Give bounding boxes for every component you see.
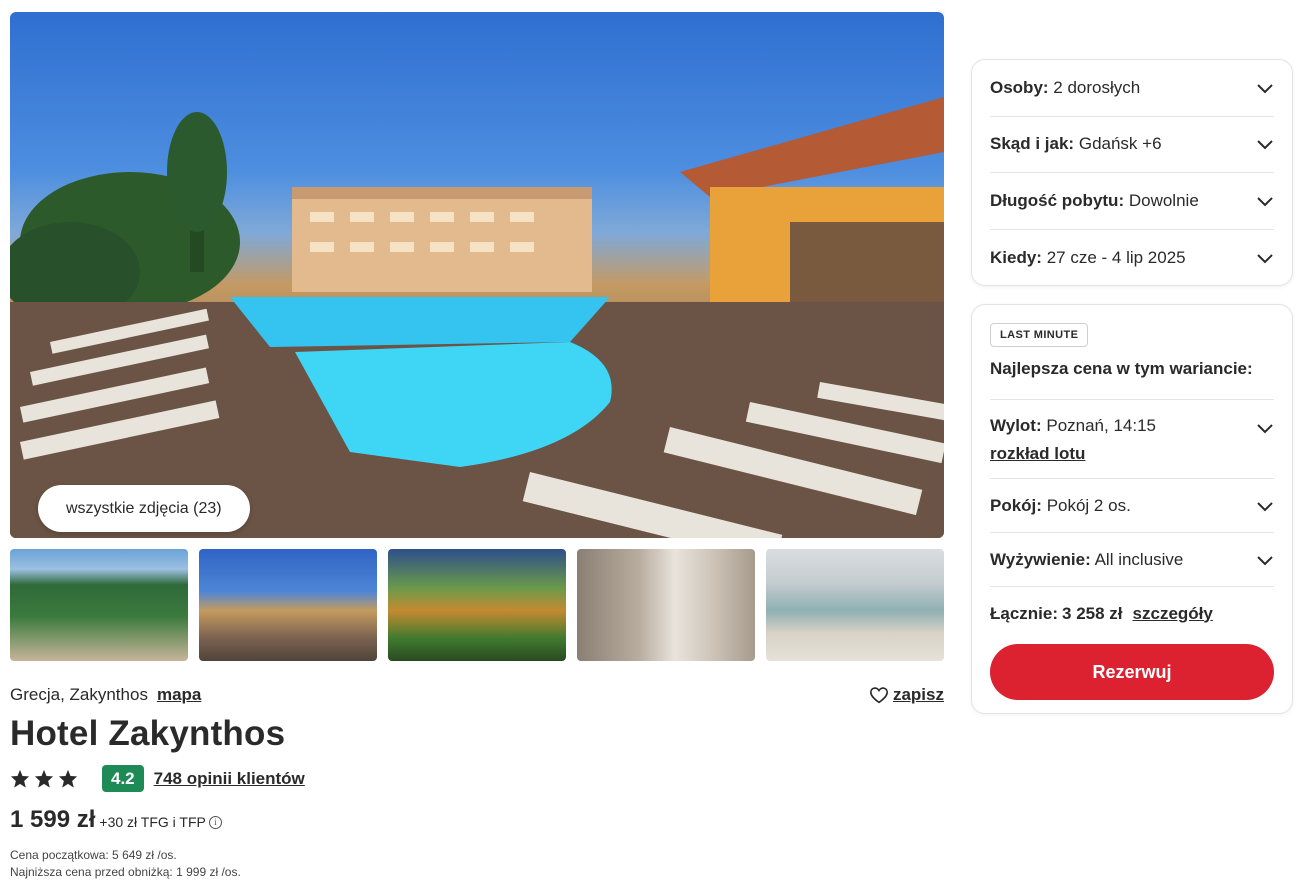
thumbnail-hotel-aerial[interactable]: [10, 549, 188, 661]
lowest-price-note: Najniższa cena przed obniżką: 1 999 zł /…: [10, 865, 241, 879]
reserve-button[interactable]: Rezerwuj: [990, 644, 1274, 700]
thumbnail-strip: [10, 549, 944, 661]
flight-schedule-link[interactable]: rozkład lotu: [990, 444, 1156, 464]
dates-row-label: Kiedy: 27 cze - 4 lip 2025: [990, 248, 1186, 268]
last-minute-badge: LAST MINUTE: [990, 323, 1089, 347]
dates-dropdown[interactable]: Kiedy: 27 cze - 4 lip 2025: [990, 230, 1274, 287]
price-extra-text: +30 zł TFG i TFP: [99, 814, 206, 830]
board-info: Wyżywienie: All inclusive: [990, 550, 1183, 570]
flight-value: Poznań, 14:15: [1046, 416, 1157, 435]
chevron-down-icon: [1257, 197, 1273, 207]
info-icon[interactable]: i: [208, 815, 222, 829]
chevron-down-icon: [1257, 254, 1273, 264]
flight-info: Wylot: Poznań, 14:15 rozkład lotu: [990, 416, 1156, 464]
chevron-down-icon: [1257, 424, 1273, 434]
hotel-pool-photo: [10, 97, 944, 538]
persons-row-label: Osoby: 2 dorosłych: [990, 78, 1140, 98]
chevron-down-icon: [1257, 84, 1273, 94]
thumbnail-lobby[interactable]: [766, 549, 944, 661]
stay-length-row-label: Długość pobytu: Dowolnie: [990, 191, 1199, 211]
main-photo[interactable]: wszystkie zdjęcia (23): [10, 12, 944, 538]
stay-length-value: Dowolnie: [1128, 190, 1199, 210]
departure-dropdown[interactable]: Skąd i jak: Gdańsk +6: [990, 117, 1274, 173]
heart-icon: [869, 687, 888, 704]
persons-label: Osoby:: [990, 77, 1049, 97]
chevron-down-icon: [1257, 501, 1273, 511]
price-value: 1 599 zł: [10, 806, 96, 833]
board-label: Wyżywienie:: [990, 549, 1091, 569]
chevron-down-icon: [1257, 555, 1273, 565]
flight-label: Wylot:: [990, 416, 1042, 435]
board-dropdown[interactable]: Wyżywienie: All inclusive: [990, 532, 1274, 586]
hotel-name: Hotel Zakynthos: [10, 714, 286, 753]
star-icon: [34, 769, 54, 788]
stay-length-label: Długość pobytu:: [990, 190, 1125, 210]
chevron-down-icon: [1257, 140, 1273, 150]
room-value: Pokój 2 os.: [1046, 495, 1131, 515]
initial-price-note: Cena początkowa: 5 649 zł /os.: [10, 848, 177, 862]
dates-value: 27 cze - 4 lip 2025: [1046, 247, 1186, 267]
room-label: Pokój:: [990, 495, 1042, 515]
stay-length-dropdown[interactable]: Długość pobytu: Dowolnie: [990, 173, 1274, 230]
dates-label: Kiedy:: [990, 247, 1042, 267]
board-value: All inclusive: [1094, 549, 1184, 569]
all-photos-button[interactable]: wszystkie zdjęcia (23): [38, 485, 250, 532]
save-button[interactable]: zapisz: [869, 685, 944, 705]
price-details-link[interactable]: szczegóły: [1133, 604, 1213, 624]
room-info: Pokój: Pokój 2 os.: [990, 496, 1131, 516]
save-label: zapisz: [892, 685, 944, 704]
departure-row-label: Skąd i jak: Gdańsk +6: [990, 134, 1162, 154]
star-icon: [58, 769, 78, 788]
price-row: 1 599 zł +30 zł TFG i TFP i: [10, 806, 222, 834]
persons-value: 2 dorosłych: [1053, 77, 1141, 97]
best-price-heading: Najlepsza cena w tym wariancie:: [990, 359, 1253, 378]
search-criteria-panel: Osoby: 2 dorosłych Skąd i jak: Gdańsk +6…: [971, 59, 1293, 286]
departure-value: Gdańsk +6: [1078, 134, 1162, 154]
total-label: Łącznie:: [990, 603, 1059, 623]
star-rating: [10, 769, 78, 788]
thumbnail-garden-night[interactable]: [388, 549, 566, 661]
reviews-link[interactable]: 748 opinii klientów: [154, 769, 305, 789]
score-badge: 4.2: [102, 765, 144, 792]
rating-row: 4.2 748 opinii klientów: [10, 765, 305, 792]
room-dropdown[interactable]: Pokój: Pokój 2 os.: [990, 478, 1274, 532]
departure-label: Skąd i jak:: [990, 134, 1075, 154]
hotel-location: Grecja, Zakynthos mapa: [10, 685, 201, 705]
total-value: 3 258 zł: [1062, 603, 1123, 623]
price-extra: +30 zł TFG i TFP i: [99, 814, 222, 830]
offer-panel: LAST MINUTE Najlepsza cena w tym warianc…: [971, 304, 1293, 714]
flight-dropdown[interactable]: Wylot: Poznań, 14:15 rozkład lotu: [990, 399, 1274, 478]
persons-dropdown[interactable]: Osoby: 2 dorosłych: [990, 60, 1274, 117]
map-link[interactable]: mapa: [157, 685, 201, 705]
location-text: Grecja, Zakynthos: [10, 685, 148, 704]
thumbnail-pool-evening[interactable]: [199, 549, 377, 661]
total-price-row: Łącznie: 3 258 zł szczegóły: [990, 586, 1274, 640]
star-icon: [10, 769, 30, 788]
thumbnail-room[interactable]: [577, 549, 755, 661]
